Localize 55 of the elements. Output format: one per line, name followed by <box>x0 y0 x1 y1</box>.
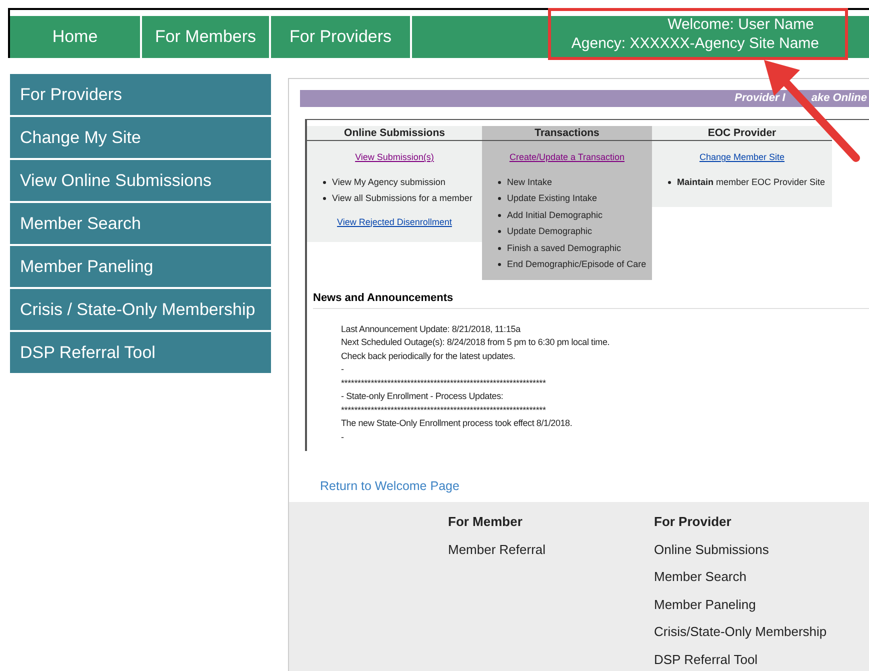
bullet-text: Update Existing Intake <box>507 192 598 205</box>
news-line: - <box>341 430 345 444</box>
bullet-icon <box>668 180 671 184</box>
news-line: Next Scheduled Outage(s): 8/24/2018 from 5 pm to 6:30 pm local time. <box>341 336 611 349</box>
sidebar-item[interactable]: Crisis / State-Only Membership <box>10 289 271 331</box>
footer-link[interactable]: DSP Referral Tool <box>654 650 827 669</box>
bullet-icon <box>498 214 501 217</box>
sidebar-item[interactable]: DSP Referral Tool <box>10 332 271 374</box>
footer-link[interactable]: Crisis/State-Only Membership <box>654 622 827 642</box>
bullet-icon <box>498 180 501 184</box>
footer-heading: For Member <box>448 513 524 531</box>
bullet-text: New Intake <box>507 176 552 188</box>
bullet-icon <box>323 197 326 200</box>
bullet-text: View My Agency submission <box>332 176 446 189</box>
bullet-icon <box>498 263 501 266</box>
banner-title: ake Online <box>811 91 867 106</box>
bullet-text: Add Initial Demographic <box>507 208 603 222</box>
bullet-text: Update Demographic <box>507 225 592 238</box>
news-line: - State-only Enrollment - Process Updates: <box>341 390 504 403</box>
sidebar-item[interactable]: Member Search <box>10 203 271 245</box>
column-heading: Online Submissions <box>307 126 482 141</box>
news-line: ************************************************************** <box>341 404 547 416</box>
news-line: ************************************************************** <box>341 376 547 390</box>
news-line: Check back periodically for the latest updates. <box>341 350 516 363</box>
news-line: Last Announcement Update: 8/21/2018, 11:15a <box>341 322 522 336</box>
sidebar-item[interactable]: View Online Submissions <box>10 160 271 202</box>
column-link[interactable]: Change Member Site <box>652 151 832 164</box>
column-link[interactable]: View Submission(s) <box>307 151 482 164</box>
footer-link[interactable]: Member Search <box>654 567 827 586</box>
sidebar-item[interactable]: Member Paneling <box>10 246 271 288</box>
news-line: - <box>341 363 345 376</box>
banner-title: Provider I <box>734 91 786 106</box>
column-link[interactable]: View Rejected Disenrollment <box>307 216 482 229</box>
footer-heading: For Provider <box>654 513 732 531</box>
sidebar-item[interactable]: For Providers <box>10 74 271 116</box>
column-link[interactable]: Create/Update a Transaction <box>482 151 652 164</box>
column-heading: Transactions <box>482 126 652 141</box>
news-heading: News and Announcements <box>313 290 869 308</box>
bullet-icon <box>498 246 501 250</box>
sidebar-item[interactable]: Change My Site <box>10 117 271 159</box>
bullet-icon <box>498 230 501 234</box>
bullet-icon <box>323 180 326 184</box>
return-link[interactable]: Return to Welcome Page <box>320 477 869 496</box>
bullet-text: View all Submissions for a member <box>332 192 472 205</box>
welcome-text: Welcome: User Name <box>668 15 815 34</box>
footer-link[interactable]: Member Paneling <box>654 594 827 614</box>
news-line: The new State-Only Enrollment process took effect 8/1/2018. <box>341 417 574 430</box>
bullet-text: Finish a saved Demographic <box>507 242 622 255</box>
bullet-icon <box>498 197 501 200</box>
bullet-text: End Demographic/Episode of Care <box>507 258 646 271</box>
footer-link[interactable]: Member Referral <box>448 540 654 559</box>
bullet-text: Maintain member EOC Provider Site <box>677 176 826 188</box>
agency-text: Agency: XXXXXX-Agency Site Name <box>571 34 819 53</box>
footer-link[interactable]: Online Submissions <box>654 540 827 559</box>
column-heading: EOC Provider <box>652 126 832 141</box>
